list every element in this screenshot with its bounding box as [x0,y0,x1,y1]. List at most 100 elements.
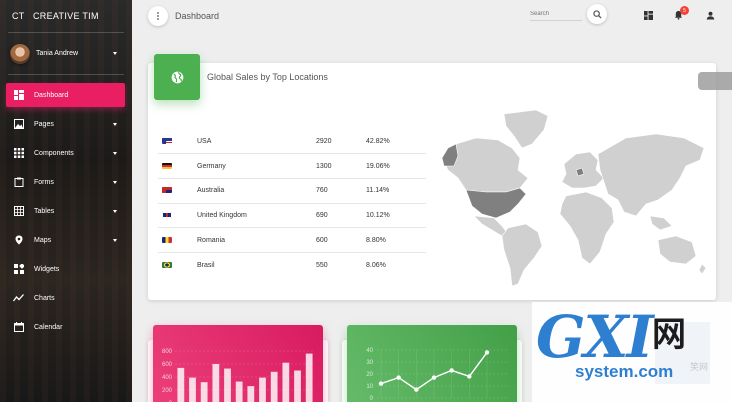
dashboard-icon [643,10,653,20]
timeline-icon [13,293,24,304]
sales-cell: 550 [316,261,328,269]
au-flag-icon [162,187,172,194]
table-row: USA 2920 42.82% [158,129,426,155]
map-south-america[interactable] [501,223,543,287]
bar[interactable] [200,382,208,402]
bar[interactable] [259,377,266,402]
dashboard-nav-button[interactable] [642,9,654,21]
bar[interactable] [177,367,185,402]
image-icon [13,119,24,130]
search-icon [592,9,602,19]
sidebar-item-label: Dashboard [34,91,69,99]
bar[interactable] [282,362,290,402]
data-point[interactable] [467,374,472,379]
sidebar-item-maps[interactable]: Maps [6,228,125,252]
bar[interactable] [294,370,301,402]
de-flag-icon [162,162,172,169]
map-asia[interactable] [597,133,705,217]
world-map[interactable] [436,108,711,288]
sidebar-menu: Dashboard Pages Components Forms Tables … [0,83,132,339]
us-flag-icon [162,137,172,144]
sidebar-item-dashboard[interactable]: Dashboard [6,83,125,107]
notification-badge: 5 [680,6,689,15]
bar[interactable] [212,364,220,402]
map-usa[interactable] [465,187,527,219]
brand-name: CREATIVE TIM [33,11,99,21]
country-cell: Germany [197,153,316,179]
sidebar-item-label: Maps [34,236,52,244]
map-greenland[interactable] [503,109,549,149]
bar-chart: 8006004002000 [162,349,315,402]
chevron-down-icon [113,122,117,126]
bar[interactable] [189,377,196,402]
sidebar-item-calendar[interactable]: Calendar [6,315,125,339]
chevron-down-icon [113,151,117,155]
bar[interactable] [224,368,231,402]
chevron-down-icon [113,209,117,213]
sidebar: CT CREATIVE TIM Tania Andrew Dashboard P… [0,0,132,402]
search-button[interactable] [587,4,607,24]
sales-cell: 1300 [316,153,366,179]
search-input[interactable] [530,7,582,21]
sales-cell: 600 [316,227,366,253]
page-title: Dashboard [175,11,220,21]
y-tick-label: 40 [366,348,373,354]
data-point[interactable] [431,375,437,380]
more-vert-icon [157,12,159,20]
map-africa[interactable] [559,191,615,265]
watermark-logo: GXI [536,303,654,371]
sidebar-item-forms[interactable]: Forms [6,170,125,194]
brand-logo[interactable]: CT CREATIVE TIM [0,0,132,32]
map-alaska[interactable] [441,143,459,167]
bar-chart-header: 8006004002000 [153,325,323,402]
minimize-sidebar-button[interactable] [148,6,168,26]
sidebar-item-pages[interactable]: Pages [6,112,125,136]
line-chart: 40 30 20 10 0 [366,348,507,402]
y-tick-label: 200 [162,388,173,394]
fixed-plugin-toggle[interactable] [698,72,732,90]
percent-cell: 8.80% [366,227,426,253]
bar[interactable] [247,386,255,402]
data-point[interactable] [396,375,401,380]
y-tick-label: 30 [366,360,373,366]
profile-button[interactable] [704,9,716,21]
bar[interactable] [235,381,243,402]
map-europe[interactable] [561,151,605,189]
card-header-icon [154,54,200,100]
map-new-zealand[interactable] [698,263,707,275]
data-point[interactable] [449,368,454,373]
percent-cell: 11.14% [366,178,426,204]
bar[interactable] [270,371,278,402]
sidebar-item-label: Charts [34,294,55,302]
table-row: Australia 760 11.14% [158,178,426,204]
sidebar-item-components[interactable]: Components [6,141,125,165]
gb-flag-icon [162,212,172,219]
top-navbar: Dashboard 5 [132,0,732,34]
sidebar-item-tables[interactable]: Tables [6,199,125,223]
chevron-down-icon [113,180,117,184]
watermark-small: 笑网 [690,362,709,372]
data-point[interactable] [484,350,490,355]
sales-cell: 760 [316,178,366,204]
y-tick-label: 0 [370,396,374,402]
table-row: Germany 1300 19.06% [158,153,426,179]
y-tick-label: 600 [162,362,173,368]
data-point[interactable] [414,387,419,392]
map-australia[interactable] [657,235,697,265]
map-mexico[interactable] [473,215,509,237]
user-menu[interactable]: Tania Andrew [0,33,132,74]
avatar [10,43,30,64]
data-point[interactable] [378,381,384,386]
bar[interactable] [305,353,313,402]
percent-cell: 8.06% [366,261,386,269]
line-chart-header: 40 30 20 10 0 [347,325,517,402]
watermark-cjk: 网 [652,315,686,355]
place-marker-icon [13,235,24,246]
sales-cell: 690 [316,203,366,229]
map-se-asia[interactable] [649,215,673,231]
sidebar-item-label: Tables [34,207,55,215]
y-tick-label: 800 [162,349,173,355]
sidebar-item-widgets[interactable]: Widgets [6,257,125,281]
sidebar-item-charts[interactable]: Charts [6,286,125,310]
br-flag-icon [162,261,172,268]
